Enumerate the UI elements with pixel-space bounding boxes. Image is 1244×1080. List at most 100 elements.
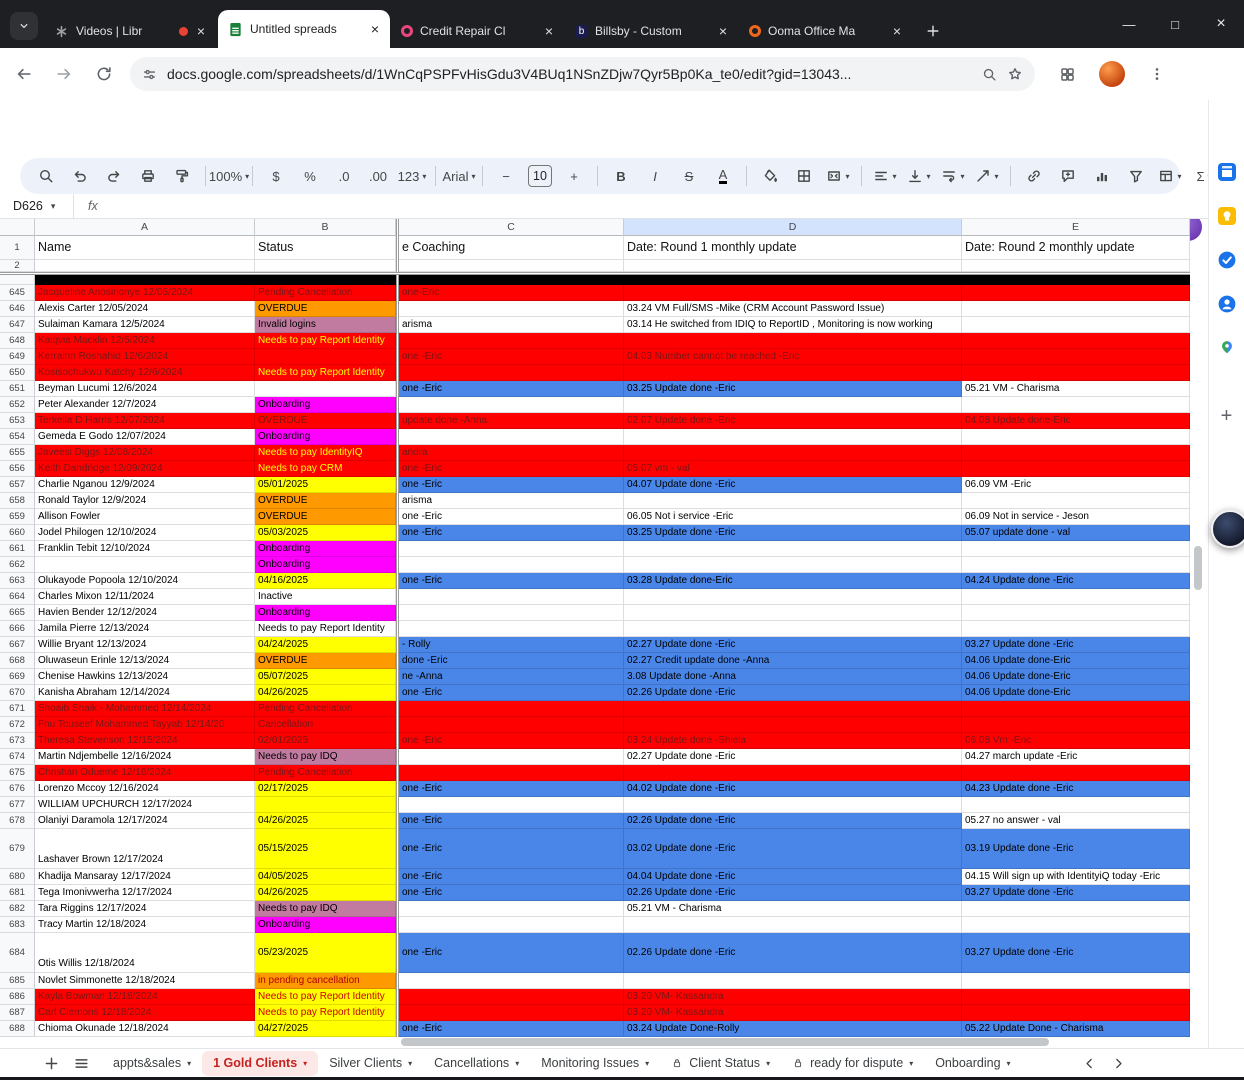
cell-A648[interactable]: Kaiqvia Macklin 12/5/2024 (35, 333, 255, 349)
row-number[interactable]: 652 (0, 397, 35, 413)
font-size-button[interactable]: 10 (524, 163, 556, 189)
contacts-icon[interactable] (1217, 294, 1237, 314)
browser-menu-button[interactable] (1145, 62, 1169, 86)
cell-E650[interactable] (962, 365, 1190, 381)
row-number[interactable]: 677 (0, 797, 35, 813)
cell-A661[interactable]: Franklin Tebit 12/10/2024 (35, 541, 255, 557)
cell-D677[interactable] (624, 797, 962, 813)
cell-E652[interactable] (962, 397, 1190, 413)
sheet-tab-monitoring-issues[interactable]: Monitoring Issues ▾ (530, 1051, 660, 1076)
new-tab-button[interactable] (918, 14, 948, 48)
cell-B653[interactable]: OVERDUE (255, 413, 396, 429)
cell-C680[interactable]: one -Eric (399, 869, 624, 885)
cell-E675[interactable] (962, 765, 1190, 781)
cell-D662[interactable] (624, 557, 962, 573)
cell-B661[interactable]: Onboarding (255, 541, 396, 557)
italic-button[interactable]: I (639, 163, 671, 189)
cell-D673[interactable]: 03.24 Update done -Shiela (624, 733, 962, 749)
decrease-font-size-button[interactable]: − (490, 163, 522, 189)
cell-C660[interactable]: one -Eric (399, 525, 624, 541)
sheet-tab-ready-for-dispute[interactable]: ready for dispute ▾ (781, 1051, 924, 1076)
cell-B683[interactable]: Onboarding (255, 917, 396, 933)
fill-color-button[interactable] (754, 163, 786, 189)
row-number[interactable]: 675 (0, 765, 35, 781)
cell-D664[interactable] (624, 589, 962, 605)
row-number[interactable]: 651 (0, 381, 35, 397)
cell-A683[interactable]: Tracy Martin 12/18/2024 (35, 917, 255, 933)
cell-C679[interactable]: one -Eric (399, 829, 624, 869)
cell-E688[interactable]: 05.22 Update Done - Charisma (962, 1021, 1190, 1037)
cell-D652[interactable] (624, 397, 962, 413)
cell-D646[interactable]: 03.24 VM Full/SMS -Mike (CRM Account Pas… (624, 301, 962, 317)
row-number[interactable]: 645 (0, 285, 35, 301)
cell-E678[interactable]: 05.27 no answer - val (962, 813, 1190, 829)
row-number[interactable]: 647 (0, 317, 35, 333)
cell-E645[interactable] (962, 285, 1190, 301)
cell-C682[interactable] (399, 901, 624, 917)
cell-E662[interactable] (962, 557, 1190, 573)
increase-decimal-button[interactable]: .00 (362, 163, 394, 189)
undo-button[interactable] (64, 163, 96, 189)
cell-C684[interactable]: one -Eric (399, 933, 624, 973)
cell-C658[interactable]: arisma (399, 493, 624, 509)
cell-B680[interactable]: 04/05/2025 (255, 869, 396, 885)
row-number[interactable]: 683 (0, 917, 35, 933)
cell-C676[interactable]: one -Eric (399, 781, 624, 797)
row-number[interactable]: 672 (0, 717, 35, 733)
close-button[interactable]: × (1198, 0, 1244, 48)
extensions-button[interactable] (1055, 62, 1079, 86)
cell-B673[interactable]: 02/01/2025 (255, 733, 396, 749)
bookmark-star-icon[interactable] (1007, 66, 1023, 82)
cell-B671[interactable]: Pending Cancellation (255, 701, 396, 717)
cell-A688[interactable]: Chioma Okunade 12/18/2024 (35, 1021, 255, 1037)
cell-Cx[interactable] (399, 275, 624, 285)
cell-E649[interactable] (962, 349, 1190, 365)
cell-E657[interactable]: 06.09 VM -Eric (962, 477, 1190, 493)
cell-E2[interactable] (962, 260, 1190, 272)
zoom-select-button[interactable]: 100% ▾ (209, 163, 249, 189)
cell-B658[interactable]: OVERDUE (255, 493, 396, 509)
cell-Ex[interactable] (962, 275, 1190, 285)
cell-E648[interactable] (962, 333, 1190, 349)
merge-cells-button[interactable]: ▾ (822, 163, 854, 189)
column-header-C[interactable]: C (399, 219, 624, 236)
cell-D648[interactable] (624, 333, 962, 349)
cell-A679[interactable]: Lashaver Brown 12/17/2024 (35, 829, 255, 869)
cell-D678[interactable]: 02.26 Update done -Eric (624, 813, 962, 829)
cell-C685[interactable] (399, 973, 624, 989)
cell-E668[interactable]: 04.06 Update done-Eric (962, 653, 1190, 669)
cell-E683[interactable] (962, 917, 1190, 933)
cell-A654[interactable]: Gemeda E Godo 12/07/2024 (35, 429, 255, 445)
cell-B652[interactable]: Onboarding (255, 397, 396, 413)
cell-A646[interactable]: Alexis Carter 12/05/2024 (35, 301, 255, 317)
cell-E1[interactable]: Date: Round 2 monthly update (962, 236, 1190, 260)
namebox-caret-icon[interactable]: ▾ (51, 201, 56, 212)
cell-E687[interactable] (962, 1005, 1190, 1021)
cell-D2[interactable] (624, 260, 962, 272)
row-number[interactable]: 686 (0, 989, 35, 1005)
cell-D674[interactable]: 02.27 Update done -Eric (624, 749, 962, 765)
cell-C662[interactable] (399, 557, 624, 573)
cell-C652[interactable] (399, 397, 624, 413)
row-number[interactable]: 664 (0, 589, 35, 605)
cell-A1[interactable]: Name (35, 236, 255, 260)
cell-A647[interactable]: Sulaiman Kamara 12/5/2024 (35, 317, 255, 333)
row-number[interactable]: 668 (0, 653, 35, 669)
cell-A674[interactable]: Martin Ndjembelle 12/16/2024 (35, 749, 255, 765)
cell-C654[interactable] (399, 429, 624, 445)
cell-A685[interactable]: Novlet Simmonette 12/18/2024 (35, 973, 255, 989)
cell-D656[interactable]: 05.07 vm - val (624, 461, 962, 477)
cell-D653[interactable]: 02.07 Update done -Eric (624, 413, 962, 429)
scroll-tabs-right-icon[interactable] (1111, 1056, 1126, 1071)
row-number[interactable]: 681 (0, 885, 35, 901)
print-button[interactable] (132, 163, 164, 189)
cell-D1[interactable]: Date: Round 1 monthly update (624, 236, 962, 260)
cell-A655[interactable]: Javeesi Diggs 12/08/2024 (35, 445, 255, 461)
row-number[interactable]: 2 (0, 260, 35, 272)
cell-D683[interactable] (624, 917, 962, 933)
name-box[interactable]: D626 ▾ (0, 194, 74, 218)
insert-comment-button[interactable] (1052, 163, 1084, 189)
site-settings-icon[interactable] (142, 67, 157, 82)
row-number[interactable]: 646 (0, 301, 35, 317)
row-number[interactable]: 659 (0, 509, 35, 525)
